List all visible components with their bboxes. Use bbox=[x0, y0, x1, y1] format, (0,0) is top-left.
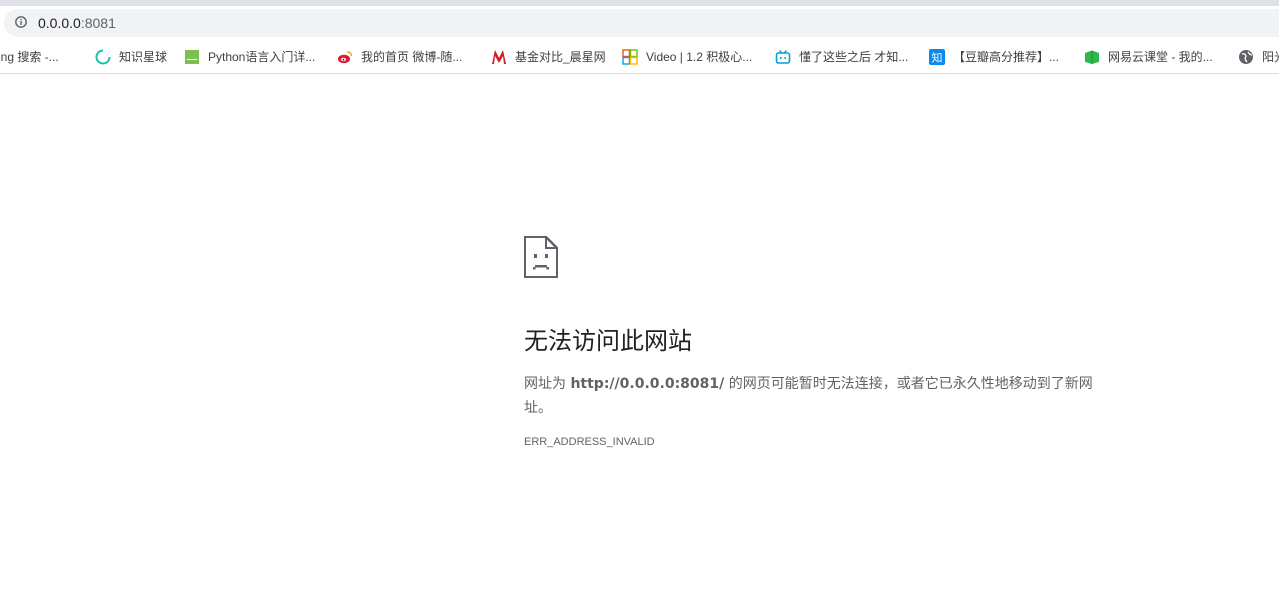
green-square-icon bbox=[185, 50, 199, 64]
bookmark-label: 阳光 bbox=[1262, 50, 1279, 64]
error-desc-prefix: 网址为 bbox=[524, 376, 571, 392]
url-host: 0.0.0.0 bbox=[38, 15, 81, 31]
error-code: ERR_ADDRESS_INVALID bbox=[524, 436, 655, 448]
svg-text:知: 知 bbox=[932, 51, 943, 65]
info-icon[interactable] bbox=[15, 16, 27, 28]
study163-icon bbox=[1085, 50, 1099, 64]
address-bar-url[interactable]: 0.0.0.0:8081 bbox=[38, 15, 116, 31]
weibo-icon bbox=[338, 51, 353, 64]
bookmark-label: 懂了这些之后 才知... bbox=[799, 50, 909, 64]
bookmark-label: ing 搜索 -... bbox=[0, 50, 59, 64]
bookmark-label: Python语言入门详... bbox=[208, 50, 316, 64]
bookmark-label: 基金对比_晨星网 bbox=[515, 50, 606, 64]
globe-icon bbox=[1239, 50, 1253, 64]
address-bar[interactable]: 0.0.0.0:8081 bbox=[4, 9, 1279, 37]
url-port: :8081 bbox=[80, 15, 116, 31]
bookmark-label: 知识星球 bbox=[119, 50, 168, 64]
error-desc-url: http://0.0.0.0:8081/ bbox=[570, 376, 725, 392]
bookmark-label: Video | 1.2 积极心... bbox=[646, 50, 753, 64]
zhihu-icon: 知 bbox=[929, 49, 945, 65]
morningstar-icon bbox=[492, 50, 506, 64]
zsxq-icon bbox=[95, 49, 111, 65]
error-description: 网址为 http://0.0.0.0:8081/ 的网页可能暂时无法连接，或者它… bbox=[524, 372, 1114, 420]
bookmark-label: 网易云课堂 - 我的... bbox=[1108, 50, 1213, 64]
sad-page-icon bbox=[524, 236, 558, 278]
error-title: 无法访问此网站 bbox=[524, 327, 692, 355]
bookmarks-bar: ing 搜索 -... 知识星球 Python语言入门详... 我的首页 微博-… bbox=[0, 40, 1279, 74]
bookmark-label: 我的首页 微博-随... bbox=[361, 50, 463, 64]
windows-logo-icon bbox=[622, 49, 638, 65]
bookmark-label: 【豆瓣高分推荐】... bbox=[953, 50, 1060, 64]
browser-top-strip bbox=[0, 0, 1279, 6]
bilibili-icon bbox=[775, 50, 791, 64]
